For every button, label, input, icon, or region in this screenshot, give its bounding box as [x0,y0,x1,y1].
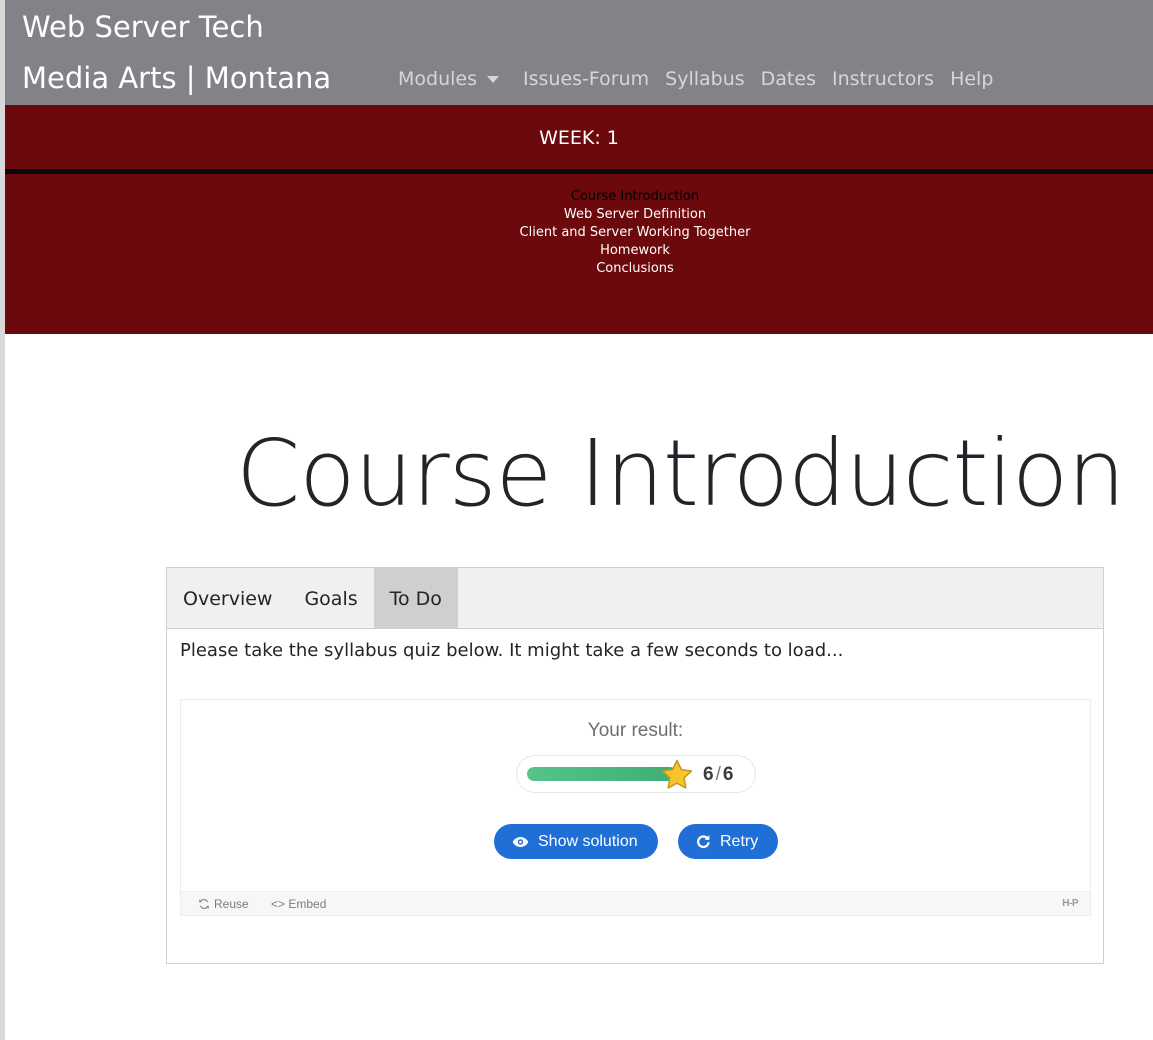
tab-to-do[interactable]: To Do [373,568,458,629]
h5p-quiz-frame: Your result: 6/6 Show solution Retry Reu… [180,699,1091,916]
topic-link-web-server-definition[interactable]: Web Server Definition [5,206,1153,224]
topic-link-homework[interactable]: Homework [5,242,1153,260]
show-solution-label: Show solution [538,832,638,850]
code-icon: <> [271,897,289,911]
top-navbar: Web Server Tech Media Arts | Montana Mod… [5,0,1153,105]
nav-help[interactable]: Help [950,68,993,90]
eye-icon [512,836,529,847]
brand-line-2: Media Arts | Montana [22,61,332,95]
nav-issues-forum[interactable]: Issues-Forum [523,68,649,90]
week-topics-panel: Course Introduction Web Server Definitio… [5,174,1153,334]
reuse-label: Reuse [214,897,249,911]
score-value: 6 [703,764,714,785]
week-header: WEEK: 1 [5,105,1153,169]
embed-label: Embed [288,897,327,911]
score-bar: 6/6 [516,755,756,793]
chevron-down-icon [487,75,499,83]
h5p-footer: Reuse <> Embed H-P [181,891,1090,915]
topic-list: Course Introduction Web Server Definitio… [5,188,1153,278]
brand-line-1: Web Server Tech [22,10,264,44]
star-icon [661,759,693,789]
page-title: Course Introduction [236,420,1126,527]
quiz-instruction: Please take the syllabus quiz below. It … [180,640,844,661]
nav-modules-label: Modules [398,68,477,90]
tab-bar: Overview Goals To Do [167,568,1103,629]
h5p-logo[interactable]: H-P [1062,898,1078,909]
nav-modules-dropdown[interactable]: Modules [398,68,507,90]
tab-overview[interactable]: Overview [167,568,288,629]
retry-button[interactable]: Retry [678,824,779,859]
topic-link-client-server[interactable]: Client and Server Working Together [5,224,1153,242]
result-label: Your result: [587,720,684,741]
topic-link-conclusions[interactable]: Conclusions [5,260,1153,278]
topic-link-course-introduction[interactable]: Course Introduction [5,188,1153,206]
score-separator: / [715,764,721,785]
tab-goals[interactable]: Goals [288,568,373,629]
tab-panel: Overview Goals To Do Please take the syl… [166,567,1104,964]
retry-icon [697,835,710,849]
reuse-icon [199,898,209,910]
nav-links: Modules Issues-Forum Syllabus Dates Inst… [398,68,1009,90]
score-text: 6/6 [703,764,733,786]
show-solution-button[interactable]: Show solution [494,824,658,859]
retry-label: Retry [720,832,759,850]
score-max: 6 [722,764,734,785]
site-brand[interactable]: Web Server Tech Media Arts | Montana [22,2,331,104]
score-progress-track [527,767,677,781]
reuse-link[interactable]: Reuse [198,897,249,911]
embed-link[interactable]: <> Embed [271,897,326,911]
nav-syllabus[interactable]: Syllabus [665,68,745,90]
score-progress-fill [527,767,677,781]
nav-dates[interactable]: Dates [761,68,816,90]
nav-instructors[interactable]: Instructors [832,68,934,90]
